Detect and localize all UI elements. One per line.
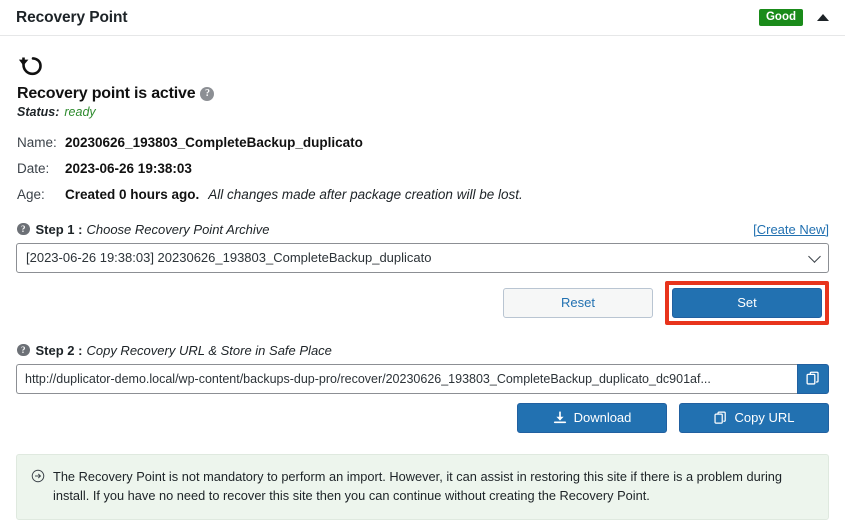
step1-description: Choose Recovery Point Archive <box>86 221 270 237</box>
help-circle-icon[interactable]: ? <box>17 222 30 236</box>
restore-arrow-icon <box>18 57 42 76</box>
recovery-archive-select[interactable]: [2023-06-26 19:38:03] 20230626_193803_Co… <box>16 242 829 273</box>
step1-button-row: Reset Set <box>16 280 829 325</box>
create-new-link[interactable]: [Create New] <box>753 222 829 237</box>
meta-row-date: Date: 2023-06-26 19:38:03 <box>17 161 829 178</box>
recovery-url-row <box>16 363 829 394</box>
caret-up-icon[interactable] <box>817 13 829 21</box>
download-button-label: Download <box>573 410 632 426</box>
recovery-point-title: Recovery point is active <box>17 85 196 102</box>
step2-header: ? Step 2 : Copy Recovery URL & Store in … <box>17 343 829 358</box>
meta-row-age: Age: Created 0 hours ago. All changes ma… <box>17 187 829 204</box>
copy-url-button-label: Copy URL <box>734 410 795 426</box>
panel-header: Recovery Point Good <box>0 0 845 36</box>
meta-value: 20230626_193803_CompleteBackup_duplicato <box>65 135 363 150</box>
meta-label: Date: <box>17 160 50 176</box>
recovery-point-title-row: Recovery point is active ? <box>17 85 829 103</box>
step2-label: Step 2 : <box>35 342 83 358</box>
set-button[interactable]: Set <box>672 287 822 318</box>
help-circle-icon[interactable]: ? <box>200 87 215 101</box>
copy-url-button[interactable]: Copy URL <box>679 402 829 433</box>
download-icon <box>553 411 566 423</box>
recovery-point-meta: Name: 20230626_193803_CompleteBackup_dup… <box>17 135 829 204</box>
reset-button[interactable]: Reset <box>503 287 653 318</box>
help-circle-icon[interactable]: ? <box>17 343 30 357</box>
notice-text: The Recovery Point is not mandatory to p… <box>53 468 783 504</box>
arrow-circle-right-icon <box>31 469 45 482</box>
meta-row-name: Name: 20230626_193803_CompleteBackup_dup… <box>17 135 829 152</box>
set-button-highlight: Set <box>665 280 829 325</box>
download-button[interactable]: Download <box>517 402 667 433</box>
meta-label: Age: <box>17 186 45 202</box>
header-right-group: Good <box>758 8 831 27</box>
step1-label: Step 1 : <box>35 221 83 237</box>
status-label: Status: <box>17 105 60 119</box>
status-value: ready <box>64 105 96 119</box>
meta-note: All changes made after package creation … <box>208 186 523 202</box>
meta-label: Name: <box>17 135 57 150</box>
copy-icon <box>713 411 726 424</box>
copy-url-field-button[interactable] <box>797 363 829 394</box>
meta-value: 2023-06-26 19:38:03 <box>65 160 192 176</box>
recovery-url-input[interactable] <box>16 363 797 394</box>
panel-body: Recovery point is active ? Status: ready … <box>0 36 845 520</box>
meta-value: Created 0 hours ago. <box>65 186 200 202</box>
step2-button-row: Download Copy URL <box>16 402 829 433</box>
copy-icon <box>805 371 819 385</box>
status-line: Status: ready <box>17 105 829 119</box>
recovery-archive-select-wrap: [2023-06-26 19:38:03] 20230626_193803_Co… <box>16 242 829 273</box>
step2-description: Copy Recovery URL & Store in Safe Place <box>86 342 332 358</box>
recovery-point-notice: The Recovery Point is not mandatory to p… <box>16 453 829 520</box>
step1-header: ? Step 1 : Choose Recovery Point Archive… <box>17 222 829 237</box>
page-title: Recovery Point <box>16 8 128 26</box>
status-badge: Good <box>758 8 803 27</box>
